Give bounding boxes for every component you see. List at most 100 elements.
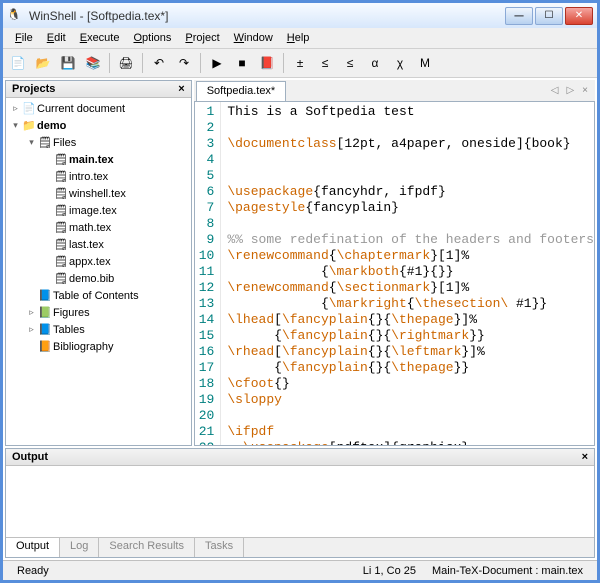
tree-item-label: Table of Contents	[53, 290, 139, 302]
projects-panel: Projects × ▹📄Current document▾📁demo▾🗒Fil…	[5, 80, 192, 446]
minimize-button[interactable]: 一	[505, 7, 533, 25]
tree-item-label: Figures	[53, 307, 90, 319]
toolbar: 📄 📂 💾 📚 🖨 ↶ ↷ ▶ ■ 📕 ±≤≤αχM	[3, 49, 597, 78]
tab-next-icon[interactable]: ▷	[563, 85, 577, 96]
math-symbol-button[interactable]: M	[414, 52, 436, 74]
tree-item-icon: 🗒	[53, 169, 69, 185]
output-tab-tasks[interactable]: Tasks	[195, 538, 244, 557]
tree-node[interactable]: 🗒appx.tex	[6, 253, 191, 270]
menu-edit[interactable]: Edit	[41, 30, 72, 46]
save-all-button[interactable]: 📚	[82, 52, 104, 74]
tree-node[interactable]: 🗒intro.tex	[6, 168, 191, 185]
menu-execute[interactable]: Execute	[74, 30, 126, 46]
stop-button[interactable]: ■	[231, 52, 253, 74]
projects-close-icon[interactable]: ×	[178, 83, 184, 95]
tree-twisty-icon[interactable]: ▾	[10, 120, 21, 131]
math-symbol-button[interactable]: ±	[289, 52, 311, 74]
view-pdf-button[interactable]: 📕	[256, 52, 278, 74]
tree-node[interactable]: 🗒winshell.tex	[6, 185, 191, 202]
tree-item-icon: 📘	[37, 322, 53, 338]
tree-node[interactable]: ▹📘Tables	[6, 321, 191, 338]
tree-item-icon: 📁	[21, 118, 37, 134]
tree-item-label: Tables	[53, 324, 85, 336]
tree-node[interactable]: 📙Bibliography	[6, 338, 191, 355]
status-ready: Ready	[9, 565, 57, 577]
tree-item-icon: 📄	[21, 101, 37, 117]
editor-area: Softpedia.tex* ◁ ▷ × 1234567891011121314…	[194, 80, 595, 446]
menubar: FileEditExecuteOptionsProjectWindowHelp	[3, 28, 597, 49]
tree-item-icon: 🗒	[53, 237, 69, 253]
menu-options[interactable]: Options	[127, 30, 177, 46]
tree-item-label: demo.bib	[69, 273, 114, 285]
app-icon: 🐧	[7, 8, 23, 24]
tree-node[interactable]: ▾📁demo	[6, 117, 191, 134]
output-tabs: OutputLogSearch ResultsTasks	[6, 537, 594, 557]
tree-item-label: appx.tex	[69, 256, 111, 268]
output-panel: Output × OutputLogSearch ResultsTasks	[5, 448, 595, 558]
tree-twisty-icon[interactable]: ▹	[10, 103, 21, 114]
math-symbol-button[interactable]: ≤	[339, 52, 361, 74]
save-button[interactable]: 💾	[57, 52, 79, 74]
output-close-icon[interactable]: ×	[582, 451, 588, 463]
tree-node[interactable]: ▹📗Figures	[6, 304, 191, 321]
tree-item-icon: 🗒	[37, 135, 53, 151]
redo-button[interactable]: ↷	[173, 52, 195, 74]
print-button[interactable]: 🖨	[115, 52, 137, 74]
tree-node[interactable]: 🗒main.tex	[6, 151, 191, 168]
math-symbol-button[interactable]: α	[364, 52, 386, 74]
tree-item-label: Files	[53, 137, 76, 149]
new-file-button[interactable]: 📄	[7, 52, 29, 74]
tree-node[interactable]: 🗒image.tex	[6, 202, 191, 219]
output-tab-search-results[interactable]: Search Results	[99, 538, 195, 557]
status-document: Main-TeX-Document : main.tex	[424, 565, 591, 577]
open-file-button[interactable]: 📂	[32, 52, 54, 74]
menu-window[interactable]: Window	[228, 30, 279, 46]
window-title: WinShell - [Softpedia.tex*]	[29, 9, 505, 23]
projects-title: Projects	[12, 83, 55, 95]
tree-node[interactable]: ▹📄Current document	[6, 100, 191, 117]
tree-item-icon: 🗒	[53, 186, 69, 202]
titlebar: 🐧 WinShell - [Softpedia.tex*] 一 ☐ ✕	[3, 0, 597, 28]
output-tab-output[interactable]: Output	[6, 538, 60, 557]
undo-button[interactable]: ↶	[148, 52, 170, 74]
tree-twisty-icon[interactable]: ▹	[26, 324, 37, 335]
tree-item-icon: 📗	[37, 305, 53, 321]
math-symbol-button[interactable]: ≤	[314, 52, 336, 74]
tree-node[interactable]: ▾🗒Files	[6, 134, 191, 151]
editor-tabrow: Softpedia.tex* ◁ ▷ ×	[194, 80, 595, 102]
menu-help[interactable]: Help	[281, 30, 316, 46]
output-title: Output	[12, 451, 48, 463]
tree-item-label: demo	[37, 120, 66, 132]
output-tab-log[interactable]: Log	[60, 538, 99, 557]
tree-node[interactable]: 🗒last.tex	[6, 236, 191, 253]
tree-item-icon: 🗒	[53, 220, 69, 236]
tree-twisty-icon[interactable]: ▹	[26, 307, 37, 318]
tree-node[interactable]: 🗒demo.bib	[6, 270, 191, 287]
maximize-button[interactable]: ☐	[535, 7, 563, 25]
code-editor[interactable]: 1234567891011121314151617181920212223242…	[194, 102, 595, 446]
math-symbol-button[interactable]: χ	[389, 52, 411, 74]
run-button[interactable]: ▶	[206, 52, 228, 74]
statusbar: Ready Li 1, Co 25 Main-TeX-Document : ma…	[3, 560, 597, 580]
tree-item-icon: 🗒	[53, 271, 69, 287]
tree-item-icon: 🗒	[53, 152, 69, 168]
tab-close-icon[interactable]: ×	[579, 85, 591, 96]
tree-twisty-icon[interactable]: ▾	[26, 137, 37, 148]
tree-item-label: last.tex	[69, 239, 104, 251]
tree-item-label: image.tex	[69, 205, 117, 217]
editor-tab[interactable]: Softpedia.tex*	[196, 81, 287, 101]
project-tree[interactable]: ▹📄Current document▾📁demo▾🗒Files🗒main.tex…	[6, 98, 191, 445]
tree-node[interactable]: 📘Table of Contents	[6, 287, 191, 304]
menu-project[interactable]: Project	[179, 30, 225, 46]
tab-prev-icon[interactable]: ◁	[548, 85, 562, 96]
output-header: Output ×	[6, 449, 594, 466]
output-body[interactable]	[6, 466, 594, 537]
tree-item-label: Bibliography	[53, 341, 114, 353]
tree-item-label: Current document	[37, 103, 125, 115]
menu-file[interactable]: File	[9, 30, 39, 46]
tree-item-icon: 🗒	[53, 203, 69, 219]
tree-item-label: intro.tex	[69, 171, 108, 183]
status-position: Li 1, Co 25	[355, 565, 424, 577]
close-button[interactable]: ✕	[565, 7, 593, 25]
tree-node[interactable]: 🗒math.tex	[6, 219, 191, 236]
